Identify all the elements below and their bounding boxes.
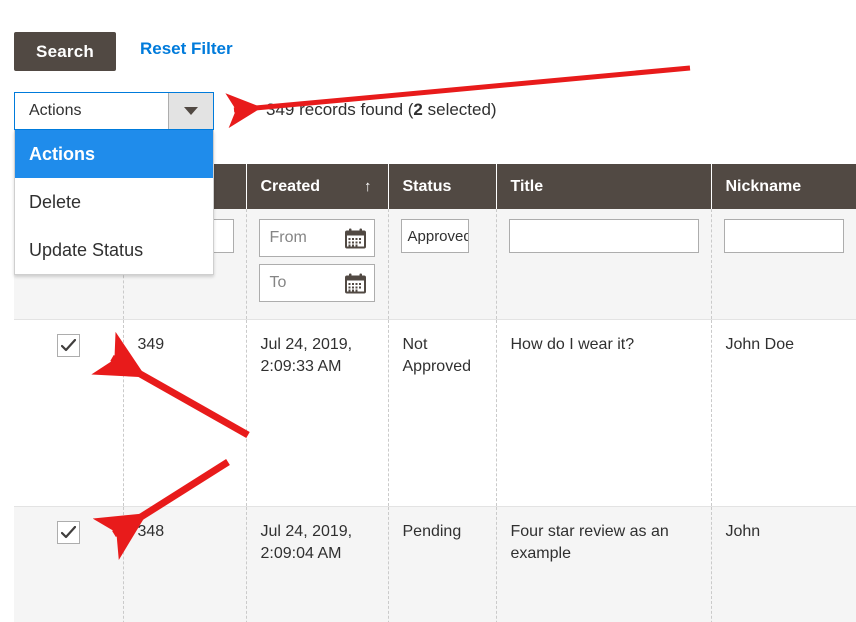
filter-created-from-input[interactable]: From [258,219,375,257]
actions-option-delete[interactable]: Delete [15,178,213,226]
row-checkbox-cell [14,319,124,507]
row-checkbox-cell [14,506,124,622]
cell-nickname: John [711,506,856,622]
column-header-created[interactable]: Created ↑ [246,164,389,209]
records-suffix-text: selected) [422,100,497,119]
reset-filter-button[interactable]: Reset Filter [140,39,233,59]
cell-status: Not Approved [388,319,497,507]
actions-selected-label: Actions [29,102,82,119]
cell-status: Pending [388,506,497,622]
cell-nickname: John Doe [711,319,856,507]
cell-title: Four star review as an example [496,506,712,622]
column-header-created-label: Created [260,177,321,195]
cell-title: How do I wear it? [496,319,712,507]
column-header-status[interactable]: Status [388,164,497,209]
check-icon [60,339,76,352]
column-header-nickname[interactable]: Nickname [711,164,856,209]
filter-created-to-input[interactable]: To [258,264,375,302]
selected-count: 2 [413,100,423,119]
actions-option-list: Actions Delete Update Status [14,130,214,275]
filter-status-select[interactable]: Approved [400,219,469,253]
cell-id: 348 [123,506,247,622]
actions-option-update-status[interactable]: Update Status [15,226,213,274]
cell-created: Jul 24, 2019, 2:09:33 AM [246,319,389,507]
search-button-label: Search [36,41,94,61]
sort-ascending-icon: ↑ [364,177,372,195]
filter-cell-status: Approved [388,209,497,320]
row-select-checkbox[interactable] [56,334,80,357]
calendar-icon[interactable] [344,273,366,294]
calendar-icon[interactable] [344,228,366,249]
actions-dropdown: Actions Actions Delete Update Status [14,92,214,275]
filter-created-from-placeholder: From [269,229,307,246]
check-icon [60,526,76,539]
filter-title-input[interactable] [508,219,699,253]
filter-cell-title [496,209,712,320]
filter-status-value: Approved [407,227,469,245]
table-row[interactable]: 349 Jul 24, 2019, 2:09:33 AM Not Approve… [14,319,856,507]
chevron-down-icon[interactable] [168,93,213,129]
search-button[interactable]: Search [14,32,116,71]
column-header-title[interactable]: Title [496,164,712,209]
cell-id: 349 [123,319,247,507]
filter-cell-nickname [711,209,856,320]
actions-select-control[interactable]: Actions [14,92,214,130]
grid-toolbar: Search Reset Filter [0,0,856,84]
cell-created: Jul 24, 2019, 2:09:04 AM [246,506,389,622]
records-count-text: 349 records found ( [266,100,414,119]
records-found-summary: 349 records found (2 selected) [266,100,497,120]
actions-option-actions[interactable]: Actions [15,130,213,178]
filter-created-to-placeholder: To [269,274,287,291]
filter-nickname-input[interactable] [723,219,844,253]
review-grid-page: Search Reset Filter 349 records found (2… [0,0,856,622]
table-row[interactable]: 348 Jul 24, 2019, 2:09:04 AM Pending Fou… [14,506,856,622]
filter-cell-created: From To [246,209,389,320]
row-select-checkbox[interactable] [56,521,80,544]
